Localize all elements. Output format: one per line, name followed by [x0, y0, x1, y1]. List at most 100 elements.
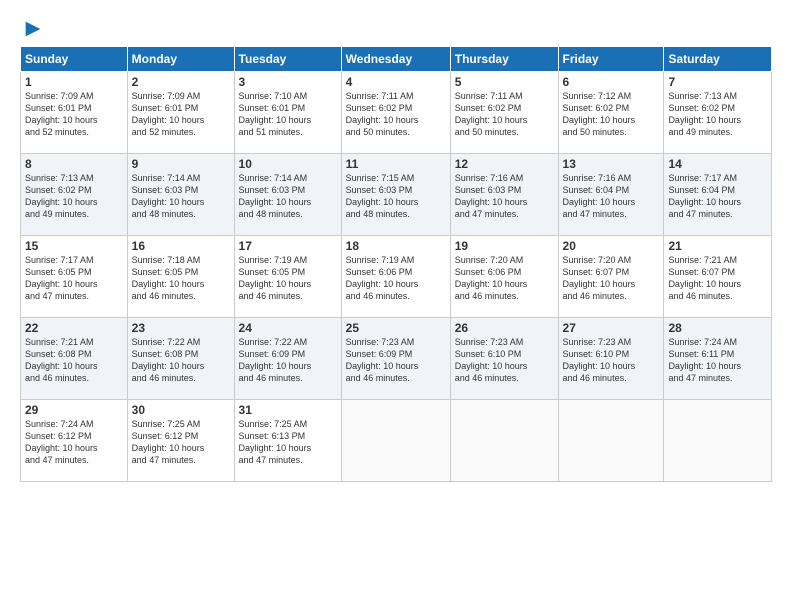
calendar-day-cell: 14 Sunrise: 7:17 AMSunset: 6:04 PMDaylig… [664, 154, 772, 236]
calendar-day-cell: 24 Sunrise: 7:22 AMSunset: 6:09 PMDaylig… [234, 318, 341, 400]
header [20, 18, 772, 40]
day-number: 8 [25, 157, 123, 171]
calendar-day-cell: 20 Sunrise: 7:20 AMSunset: 6:07 PMDaylig… [558, 236, 664, 318]
day-number: 19 [455, 239, 554, 253]
weekday-header-cell: Saturday [664, 47, 772, 72]
day-info: Sunrise: 7:09 AMSunset: 6:01 PMDaylight:… [25, 91, 98, 137]
calendar-week-row: 1 Sunrise: 7:09 AMSunset: 6:01 PMDayligh… [21, 72, 772, 154]
calendar-day-cell: 12 Sunrise: 7:16 AMSunset: 6:03 PMDaylig… [450, 154, 558, 236]
day-number: 5 [455, 75, 554, 89]
calendar-day-cell: 9 Sunrise: 7:14 AMSunset: 6:03 PMDayligh… [127, 154, 234, 236]
calendar-day-cell [450, 400, 558, 482]
calendar-day-cell: 31 Sunrise: 7:25 AMSunset: 6:13 PMDaylig… [234, 400, 341, 482]
day-info: Sunrise: 7:19 AMSunset: 6:05 PMDaylight:… [239, 255, 312, 301]
day-number: 9 [132, 157, 230, 171]
calendar-day-cell: 11 Sunrise: 7:15 AMSunset: 6:03 PMDaylig… [341, 154, 450, 236]
day-info: Sunrise: 7:22 AMSunset: 6:08 PMDaylight:… [132, 337, 205, 383]
day-info: Sunrise: 7:23 AMSunset: 6:10 PMDaylight:… [455, 337, 528, 383]
day-info: Sunrise: 7:21 AMSunset: 6:08 PMDaylight:… [25, 337, 98, 383]
day-info: Sunrise: 7:10 AMSunset: 6:01 PMDaylight:… [239, 91, 312, 137]
day-info: Sunrise: 7:21 AMSunset: 6:07 PMDaylight:… [668, 255, 741, 301]
day-info: Sunrise: 7:13 AMSunset: 6:02 PMDaylight:… [25, 173, 98, 219]
calendar-week-row: 22 Sunrise: 7:21 AMSunset: 6:08 PMDaylig… [21, 318, 772, 400]
logo-arrow-icon [22, 18, 44, 40]
calendar-day-cell: 28 Sunrise: 7:24 AMSunset: 6:11 PMDaylig… [664, 318, 772, 400]
day-number: 24 [239, 321, 337, 335]
calendar-day-cell: 22 Sunrise: 7:21 AMSunset: 6:08 PMDaylig… [21, 318, 128, 400]
calendar-table: SundayMondayTuesdayWednesdayThursdayFrid… [20, 46, 772, 482]
calendar-week-row: 15 Sunrise: 7:17 AMSunset: 6:05 PMDaylig… [21, 236, 772, 318]
calendar-day-cell: 7 Sunrise: 7:13 AMSunset: 6:02 PMDayligh… [664, 72, 772, 154]
day-info: Sunrise: 7:20 AMSunset: 6:07 PMDaylight:… [563, 255, 636, 301]
day-number: 12 [455, 157, 554, 171]
day-number: 27 [563, 321, 660, 335]
day-number: 21 [668, 239, 767, 253]
calendar-day-cell [341, 400, 450, 482]
calendar-day-cell: 4 Sunrise: 7:11 AMSunset: 6:02 PMDayligh… [341, 72, 450, 154]
day-info: Sunrise: 7:19 AMSunset: 6:06 PMDaylight:… [346, 255, 419, 301]
day-number: 10 [239, 157, 337, 171]
day-info: Sunrise: 7:14 AMSunset: 6:03 PMDaylight:… [239, 173, 312, 219]
day-number: 23 [132, 321, 230, 335]
day-info: Sunrise: 7:17 AMSunset: 6:04 PMDaylight:… [668, 173, 741, 219]
calendar-day-cell: 17 Sunrise: 7:19 AMSunset: 6:05 PMDaylig… [234, 236, 341, 318]
calendar-day-cell: 18 Sunrise: 7:19 AMSunset: 6:06 PMDaylig… [341, 236, 450, 318]
day-info: Sunrise: 7:22 AMSunset: 6:09 PMDaylight:… [239, 337, 312, 383]
calendar-day-cell: 10 Sunrise: 7:14 AMSunset: 6:03 PMDaylig… [234, 154, 341, 236]
day-number: 1 [25, 75, 123, 89]
day-number: 25 [346, 321, 446, 335]
day-number: 16 [132, 239, 230, 253]
day-info: Sunrise: 7:09 AMSunset: 6:01 PMDaylight:… [132, 91, 205, 137]
day-info: Sunrise: 7:13 AMSunset: 6:02 PMDaylight:… [668, 91, 741, 137]
calendar-day-cell: 23 Sunrise: 7:22 AMSunset: 6:08 PMDaylig… [127, 318, 234, 400]
calendar-day-cell: 13 Sunrise: 7:16 AMSunset: 6:04 PMDaylig… [558, 154, 664, 236]
calendar-day-cell: 16 Sunrise: 7:18 AMSunset: 6:05 PMDaylig… [127, 236, 234, 318]
calendar-day-cell: 29 Sunrise: 7:24 AMSunset: 6:12 PMDaylig… [21, 400, 128, 482]
weekday-header-cell: Wednesday [341, 47, 450, 72]
calendar-day-cell: 3 Sunrise: 7:10 AMSunset: 6:01 PMDayligh… [234, 72, 341, 154]
calendar-body: 1 Sunrise: 7:09 AMSunset: 6:01 PMDayligh… [21, 72, 772, 482]
day-number: 15 [25, 239, 123, 253]
calendar-day-cell: 2 Sunrise: 7:09 AMSunset: 6:01 PMDayligh… [127, 72, 234, 154]
day-info: Sunrise: 7:20 AMSunset: 6:06 PMDaylight:… [455, 255, 528, 301]
weekday-header-cell: Tuesday [234, 47, 341, 72]
calendar-day-cell: 6 Sunrise: 7:12 AMSunset: 6:02 PMDayligh… [558, 72, 664, 154]
calendar-day-cell: 15 Sunrise: 7:17 AMSunset: 6:05 PMDaylig… [21, 236, 128, 318]
day-number: 30 [132, 403, 230, 417]
calendar-day-cell: 25 Sunrise: 7:23 AMSunset: 6:09 PMDaylig… [341, 318, 450, 400]
day-number: 29 [25, 403, 123, 417]
day-info: Sunrise: 7:15 AMSunset: 6:03 PMDaylight:… [346, 173, 419, 219]
day-info: Sunrise: 7:23 AMSunset: 6:09 PMDaylight:… [346, 337, 419, 383]
day-number: 11 [346, 157, 446, 171]
calendar-day-cell: 8 Sunrise: 7:13 AMSunset: 6:02 PMDayligh… [21, 154, 128, 236]
weekday-header-cell: Monday [127, 47, 234, 72]
day-info: Sunrise: 7:25 AMSunset: 6:12 PMDaylight:… [132, 419, 205, 465]
calendar-day-cell [664, 400, 772, 482]
weekday-header-cell: Sunday [21, 47, 128, 72]
day-number: 31 [239, 403, 337, 417]
calendar-day-cell: 26 Sunrise: 7:23 AMSunset: 6:10 PMDaylig… [450, 318, 558, 400]
day-number: 14 [668, 157, 767, 171]
day-info: Sunrise: 7:16 AMSunset: 6:04 PMDaylight:… [563, 173, 636, 219]
calendar-day-cell: 21 Sunrise: 7:21 AMSunset: 6:07 PMDaylig… [664, 236, 772, 318]
weekday-header-row: SundayMondayTuesdayWednesdayThursdayFrid… [21, 47, 772, 72]
day-info: Sunrise: 7:17 AMSunset: 6:05 PMDaylight:… [25, 255, 98, 301]
day-info: Sunrise: 7:11 AMSunset: 6:02 PMDaylight:… [346, 91, 419, 137]
calendar-day-cell: 19 Sunrise: 7:20 AMSunset: 6:06 PMDaylig… [450, 236, 558, 318]
page: SundayMondayTuesdayWednesdayThursdayFrid… [0, 0, 792, 496]
day-number: 20 [563, 239, 660, 253]
calendar-day-cell [558, 400, 664, 482]
day-number: 28 [668, 321, 767, 335]
day-number: 26 [455, 321, 554, 335]
calendar-week-row: 8 Sunrise: 7:13 AMSunset: 6:02 PMDayligh… [21, 154, 772, 236]
calendar-week-row: 29 Sunrise: 7:24 AMSunset: 6:12 PMDaylig… [21, 400, 772, 482]
day-info: Sunrise: 7:14 AMSunset: 6:03 PMDaylight:… [132, 173, 205, 219]
day-info: Sunrise: 7:24 AMSunset: 6:12 PMDaylight:… [25, 419, 98, 465]
day-number: 18 [346, 239, 446, 253]
day-info: Sunrise: 7:24 AMSunset: 6:11 PMDaylight:… [668, 337, 741, 383]
calendar-day-cell: 5 Sunrise: 7:11 AMSunset: 6:02 PMDayligh… [450, 72, 558, 154]
calendar-day-cell: 1 Sunrise: 7:09 AMSunset: 6:01 PMDayligh… [21, 72, 128, 154]
day-number: 2 [132, 75, 230, 89]
calendar-day-cell: 30 Sunrise: 7:25 AMSunset: 6:12 PMDaylig… [127, 400, 234, 482]
logo [20, 18, 44, 40]
